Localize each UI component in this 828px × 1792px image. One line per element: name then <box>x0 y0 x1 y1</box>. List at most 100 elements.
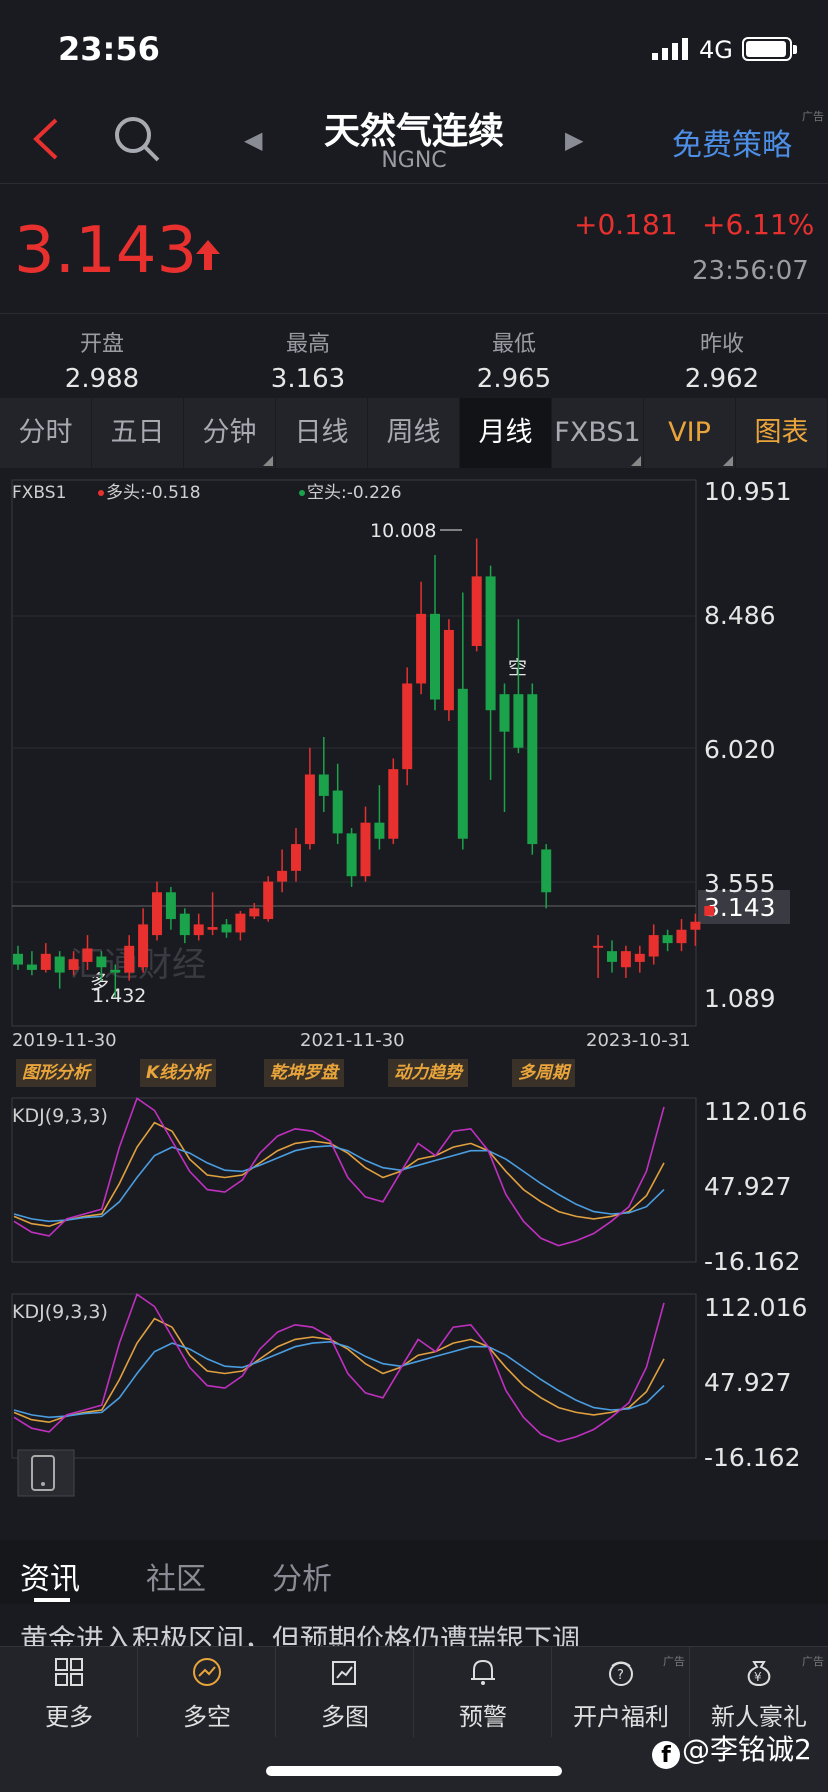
status-bar: 23:56 4G <box>0 0 828 96</box>
svg-text:?: ? <box>617 1668 624 1683</box>
ohlc-high: 最高 3.163 <box>228 326 388 394</box>
alert-button[interactable]: 预警 <box>414 1647 552 1737</box>
facebook-icon: f <box>652 1741 680 1769</box>
candle-body <box>221 924 232 933</box>
dropdown-corner-icon <box>723 456 733 466</box>
chart-svg[interactable]: FXBS1 多头:-0.518 空头:-0.226 10.951 8.486 6… <box>0 468 828 1540</box>
candle-body <box>263 881 274 920</box>
candle-body <box>593 945 604 948</box>
candle-body <box>620 951 631 968</box>
search-icon[interactable] <box>112 114 162 164</box>
tab-label: 分钟 <box>202 417 257 448</box>
author-watermark: f @李铭诚2 <box>652 1728 812 1769</box>
candle-body <box>96 956 107 968</box>
tab-label: 日线 <box>294 417 349 448</box>
ohlc-label: 昨收 <box>699 332 744 357</box>
kdj-lines <box>13 1293 665 1443</box>
tab-chart-tools[interactable]: 图表 <box>736 398 828 468</box>
next-contract-icon[interactable]: ▶ <box>565 126 583 154</box>
kdj-y-label: -16.162 <box>704 1443 801 1472</box>
candle-body <box>704 906 715 916</box>
ad-tag: 广告 <box>802 1655 824 1668</box>
candle-body <box>332 790 343 834</box>
ohlc-panel: 开盘 2.988 最高 3.163 最低 2.965 昨收 2.962 <box>0 314 828 398</box>
bottom-label: 预警 <box>459 1703 507 1731</box>
tab-intraday[interactable]: 分时 <box>0 398 92 468</box>
news-tabs: 资讯 社区 分析 <box>0 1540 828 1604</box>
tool-compass[interactable]: 乾坤罗盘 <box>264 1059 344 1087</box>
long-dot-icon <box>98 490 104 496</box>
bell-icon <box>471 1659 495 1685</box>
y-axis-label: 1.089 <box>704 984 776 1013</box>
tool-multi-period[interactable]: 多周期 <box>512 1059 575 1087</box>
kdj-y-label: 112.016 <box>704 1293 807 1322</box>
tab-weekly[interactable]: 周线 <box>368 398 460 468</box>
ohlc-label: 开盘 <box>79 332 124 357</box>
tool-momentum[interactable]: 动力趋势 <box>388 1059 468 1087</box>
prev-contract-icon[interactable]: ◀ <box>244 126 262 154</box>
tab-fxbs1[interactable]: FXBS1 <box>552 398 644 468</box>
battery-icon <box>742 37 797 61</box>
signal-icon <box>652 38 688 60</box>
bottom-label: 新人豪礼 <box>711 1703 807 1731</box>
candle-body <box>277 870 288 882</box>
x-axis-label: 2023-10-31 <box>586 1030 691 1051</box>
news-headline[interactable]: 黄金进入积极区间，但预期价格仍遭瑞银下调 <box>20 1618 820 1646</box>
tab-five-day[interactable]: 五日 <box>92 398 184 468</box>
candle-body <box>152 892 162 936</box>
candle-body <box>235 913 246 933</box>
candle-body <box>499 694 510 732</box>
price-change: +0.181 <box>574 208 678 241</box>
account-welfare-button[interactable]: ? 开户福利 广告 <box>552 1647 690 1737</box>
tool-shape-analysis[interactable]: 图形分析 <box>16 1059 96 1087</box>
ohlc-low: 最低 2.965 <box>434 326 594 394</box>
more-button[interactable]: 更多 <box>0 1647 138 1737</box>
dropdown-corner-icon <box>631 456 641 466</box>
bull-bear-button[interactable]: 多空 <box>138 1647 276 1737</box>
candle-body <box>648 935 659 957</box>
candle-body <box>485 576 496 711</box>
tab-minute[interactable]: 分钟 <box>184 398 276 468</box>
newbie-gift-button[interactable]: ¥ 新人豪礼 广告 <box>690 1647 828 1737</box>
ohlc-value: 2.988 <box>64 364 140 394</box>
chart-area[interactable]: FXBS1 多头:-0.518 空头:-0.226 10.951 8.486 6… <box>0 468 828 1540</box>
candle-body <box>443 629 454 711</box>
tab-analysis[interactable]: 分析 <box>272 1554 332 1598</box>
candle-body <box>291 844 301 871</box>
multi-chart-button[interactable]: 多图 <box>276 1647 414 1737</box>
watermark-text: @李铭诚2 <box>682 1733 812 1766</box>
rotate-screen-icon[interactable] <box>17 1449 75 1497</box>
kdj-line-d <box>13 1144 665 1223</box>
up-arrow-icon <box>196 240 220 270</box>
ohlc-value: 2.962 <box>684 364 760 394</box>
candle-body <box>457 688 468 839</box>
price-change-percent: +6.11% <box>702 208 815 241</box>
candle-body <box>513 694 524 748</box>
tab-vip[interactable]: VIP <box>644 398 736 468</box>
candle-body <box>179 913 190 936</box>
candle-body <box>346 833 357 877</box>
candle-body <box>124 945 135 973</box>
kdj-y-label: -16.162 <box>704 1247 801 1276</box>
tab-label: 五日 <box>110 417 165 448</box>
candle-body <box>13 953 23 965</box>
tab-news[interactable]: 资讯 <box>20 1554 80 1598</box>
x-axis-label: 2019-11-30 <box>12 1030 117 1051</box>
home-indicator <box>266 1766 562 1776</box>
free-strategy-link[interactable]: 免费策略 <box>672 120 792 164</box>
tab-daily[interactable]: 日线 <box>276 398 368 468</box>
candle-body <box>207 927 218 930</box>
quote-time: 23:56:07 <box>692 256 809 286</box>
tab-monthly[interactable]: 月线 <box>460 398 552 468</box>
back-icon[interactable] <box>28 116 64 162</box>
ad-tag: 广告 <box>663 1655 685 1668</box>
tool-kline-analysis[interactable]: K线分析 <box>140 1059 217 1087</box>
candle-body <box>662 935 673 944</box>
tab-label: FXBS1 <box>554 417 641 448</box>
tab-community[interactable]: 社区 <box>146 1554 206 1598</box>
bottom-label: 开户福利 <box>573 1703 669 1731</box>
ohlc-prev-close: 昨收 2.962 <box>642 326 802 394</box>
bottom-label: 更多 <box>45 1703 93 1731</box>
candle-body <box>193 924 204 936</box>
candle-body <box>634 953 645 962</box>
